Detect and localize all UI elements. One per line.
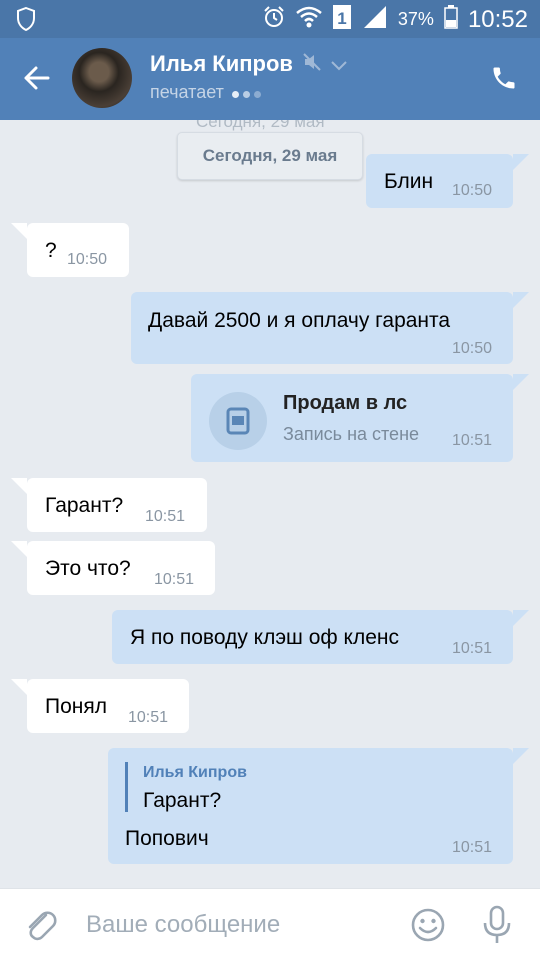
message-time: 10:51 <box>154 571 195 588</box>
contact-name-row[interactable]: Илья Кипров <box>150 51 347 77</box>
quote-bar <box>125 762 128 812</box>
contact-name: Илья Кипров <box>150 51 293 76</box>
mute-icon <box>303 51 321 77</box>
chat-header: Илья Кипров печатает <box>0 38 540 120</box>
message-time: 10:51 <box>145 508 186 525</box>
quote-text: Гарант? <box>143 789 222 812</box>
date-divider-ghost: Сегодня, 29 мая <box>196 120 325 131</box>
message-time: 10:51 <box>452 640 493 657</box>
quote-author: Илья Кипров <box>143 764 247 781</box>
message-outgoing[interactable]: Блин 10:50 <box>366 154 529 208</box>
wall-post-title: Продам в лс <box>283 392 408 414</box>
composer: Ваше сообщение <box>0 888 540 961</box>
message-text: Гарант? <box>45 494 124 517</box>
message-text: Я по поводу клэш оф кленс <box>130 626 399 649</box>
message-time: 10:50 <box>452 182 493 199</box>
battery-percent: 37% <box>397 9 434 29</box>
battery-icon <box>444 5 458 34</box>
wifi-icon <box>296 5 322 34</box>
status-bar: 1 37% 10:52 <box>0 0 540 38</box>
message-incoming[interactable]: ? 10:50 <box>11 223 129 277</box>
clock: 10:52 <box>467 5 528 33</box>
paperclip-icon[interactable] <box>24 907 58 948</box>
typing-dots <box>231 82 265 103</box>
message-incoming[interactable]: Понял 10:51 <box>11 679 189 733</box>
typing-status: печатает <box>150 82 265 103</box>
sim-icon: 1 <box>332 4 352 35</box>
chevron-down-icon <box>331 51 347 77</box>
signal-icon <box>362 5 388 34</box>
message-text: Это что? <box>45 557 131 580</box>
message-incoming[interactable]: Это что? 10:51 <box>11 541 215 595</box>
avatar[interactable] <box>72 48 132 108</box>
svg-text:1: 1 <box>337 9 346 28</box>
message-outgoing[interactable]: Я по поводу клэш оф кленс 10:51 <box>112 610 529 664</box>
message-text: Понял <box>45 695 107 718</box>
message-outgoing[interactable]: Давай 2500 и я оплачу гаранта 10:50 <box>131 292 529 364</box>
message-list[interactable]: Сегодня, 29 мая Сегодня, 29 мая Блин 10:… <box>0 120 540 888</box>
phone-icon[interactable] <box>490 64 518 97</box>
message-time: 10:51 <box>452 839 493 856</box>
mic-icon[interactable] <box>482 905 512 950</box>
alarm-icon <box>262 5 286 34</box>
message-time: 10:51 <box>452 432 493 449</box>
message-input[interactable]: Ваше сообщение <box>86 911 280 939</box>
shield-icon <box>16 6 36 36</box>
message-outgoing-wall-post[interactable]: Продам в лс Запись на стене 10:51 <box>191 374 529 462</box>
message-text: Блин <box>384 170 434 193</box>
date-divider: Сегодня, 29 мая <box>177 132 363 180</box>
typing-label: печатает <box>150 82 224 102</box>
message-incoming[interactable]: Гарант? 10:51 <box>11 478 207 532</box>
back-arrow-icon[interactable] <box>22 64 50 97</box>
message-time: 10:50 <box>67 251 108 268</box>
wall-post-subtitle: Запись на стене <box>283 424 420 444</box>
message-text: Попович <box>125 827 209 850</box>
message-time: 10:51 <box>128 709 169 726</box>
message-text: Давай 2500 и я оплачу гаранта <box>148 309 451 332</box>
message-text: ? <box>45 239 57 262</box>
message-time: 10:50 <box>452 340 493 357</box>
message-outgoing-reply[interactable]: Илья Кипров Гарант? Попович 10:51 <box>108 748 529 864</box>
wall-post-icon <box>209 392 267 450</box>
smile-icon[interactable] <box>410 907 446 948</box>
